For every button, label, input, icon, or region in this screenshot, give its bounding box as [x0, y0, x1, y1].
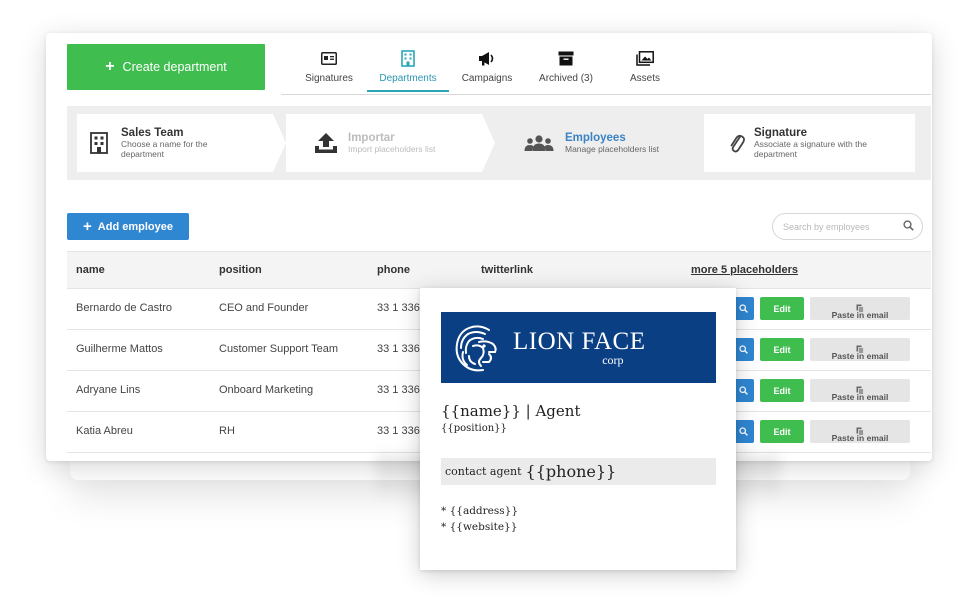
lion-head-icon: [455, 324, 497, 371]
paste-label: Paste in email: [831, 433, 889, 443]
step-title: Importar: [348, 131, 395, 144]
row-actions: Edit Paste in email: [732, 420, 910, 443]
company-logo-banner: LION FACE corp: [441, 312, 716, 383]
signature-preview: LION FACE corp {{name}} | Agent {{positi…: [420, 288, 736, 570]
website-placeholder: * {{website}}: [441, 520, 518, 533]
contact-prefix: contact agent: [445, 465, 522, 478]
row-actions: Edit Paste in email: [732, 297, 910, 320]
row-actions: Edit Paste in email: [732, 379, 910, 402]
search-icon[interactable]: [903, 218, 914, 236]
step-employees[interactable]: Employees Manage placeholders list: [495, 114, 704, 172]
paste-in-email-button[interactable]: Paste in email: [810, 338, 910, 361]
images-icon: [636, 47, 654, 69]
users-icon: [513, 134, 565, 152]
signature-position-line: {{position}}: [441, 423, 507, 434]
archive-box-icon: [558, 47, 574, 69]
cell-phone: 33 1 336-: [377, 302, 424, 314]
logo-name: LION FACE: [513, 328, 646, 355]
logo-subtitle: corp: [602, 353, 624, 367]
step-signature[interactable]: Signature Associate a signature with the…: [704, 114, 915, 172]
step-arrow: [273, 114, 286, 172]
column-header-position[interactable]: position: [219, 264, 262, 276]
more-placeholders-link[interactable]: more 5 placeholders: [691, 264, 798, 276]
create-department-button[interactable]: + Create department: [67, 44, 265, 90]
tab-signatures[interactable]: Signatures: [291, 47, 367, 92]
step-subtitle: Import placeholders list: [348, 143, 436, 154]
search-icon: [738, 386, 748, 395]
plus-icon: +: [105, 58, 115, 75]
step-importar[interactable]: Importar Import placeholders list: [286, 114, 495, 172]
step-title: Sales Team: [121, 126, 184, 139]
search-icon: [738, 304, 748, 313]
upload-icon: [304, 132, 348, 154]
cell-name: Katia Abreu: [76, 425, 133, 437]
add-employee-label: Add employee: [97, 220, 173, 233]
cell-name: Bernardo de Castro: [76, 302, 172, 314]
company-logo-text: LION FACE corp: [513, 329, 646, 366]
address-placeholder: * {{address}}: [441, 505, 519, 517]
step-subtitle: Manage placeholders list: [565, 143, 660, 154]
tab-label: Archived (3): [539, 73, 593, 84]
signature-details: * {{address}} * {{website}}: [441, 504, 715, 536]
step-arrow: [482, 114, 495, 172]
edit-button[interactable]: Edit: [760, 297, 804, 320]
building-icon: [77, 132, 121, 154]
cell-position: Customer Support Team: [219, 343, 339, 355]
megaphone-icon: [478, 47, 497, 69]
create-department-label: Create department: [122, 60, 227, 74]
step-title: Signature: [754, 126, 808, 139]
building-icon: [401, 47, 415, 69]
cell-phone: 33 1 336-: [377, 343, 424, 355]
tab-label: Signatures: [305, 73, 353, 84]
step-sales-team[interactable]: Sales Team Choose a name for the departm…: [77, 114, 286, 172]
step-subtitle: Choose a name for the department: [121, 138, 208, 159]
paste-label: Paste in email: [831, 351, 889, 361]
cell-phone: 33 1 336-: [377, 425, 424, 437]
cell-position: CEO and Founder: [219, 302, 309, 314]
paste-in-email-button[interactable]: Paste in email: [810, 379, 910, 402]
column-header-twitterlink[interactable]: twitterlink: [481, 264, 533, 276]
column-header-phone[interactable]: phone: [377, 264, 410, 276]
add-employee-button[interactable]: + Add employee: [67, 213, 189, 240]
cell-position: Onboard Marketing: [219, 384, 314, 396]
step-subtitle: Associate a signature with the departmen…: [754, 138, 867, 159]
tabs-divider: [281, 94, 931, 95]
paste-in-email-button[interactable]: Paste in email: [810, 297, 910, 320]
contact-phone-placeholder: {{phone}}: [525, 462, 617, 481]
edit-button[interactable]: Edit: [760, 338, 804, 361]
tab-assets[interactable]: Assets: [607, 47, 683, 92]
tab-label: Departments: [379, 73, 437, 84]
tab-archived[interactable]: Archived (3): [525, 47, 607, 92]
step-arrow: [691, 114, 704, 172]
search-input[interactable]: [783, 221, 895, 232]
cell-name: Guilherme Mattos: [76, 343, 163, 355]
paste-in-email-button[interactable]: Paste in email: [810, 420, 910, 443]
tab-label: Assets: [629, 73, 660, 84]
paste-label: Paste in email: [831, 392, 889, 402]
tab-label: Campaigns: [461, 73, 513, 84]
signature-name-line: {{name}} | Agent: [441, 402, 581, 420]
wizard-steps: Sales Team Choose a name for the departm…: [67, 106, 931, 180]
step-title: Employees: [565, 131, 626, 144]
search-icon: [738, 427, 748, 436]
plus-icon: +: [83, 218, 92, 235]
cell-position: RH: [219, 425, 235, 437]
id-card-icon: [321, 47, 337, 69]
tab-departments[interactable]: Departments: [367, 47, 449, 92]
cell-name: Adryane Lins: [76, 384, 141, 396]
table-header: name position phone twitterlink more 5 p…: [67, 251, 931, 289]
paste-label: Paste in email: [831, 310, 889, 320]
edit-button[interactable]: Edit: [760, 379, 804, 402]
row-actions: Edit Paste in email: [732, 338, 910, 361]
cell-phone: 33 1 336-: [377, 384, 424, 396]
edit-button[interactable]: Edit: [760, 420, 804, 443]
main-tabs: Signatures Departments Campaigns Archive…: [291, 47, 683, 92]
search-icon: [738, 345, 748, 354]
paperclip-icon: [720, 131, 754, 155]
column-header-name[interactable]: name: [76, 264, 105, 276]
tab-campaigns[interactable]: Campaigns: [449, 47, 525, 92]
employee-search[interactable]: [772, 213, 923, 240]
contact-bar: contact agent {{phone}}: [441, 458, 716, 485]
